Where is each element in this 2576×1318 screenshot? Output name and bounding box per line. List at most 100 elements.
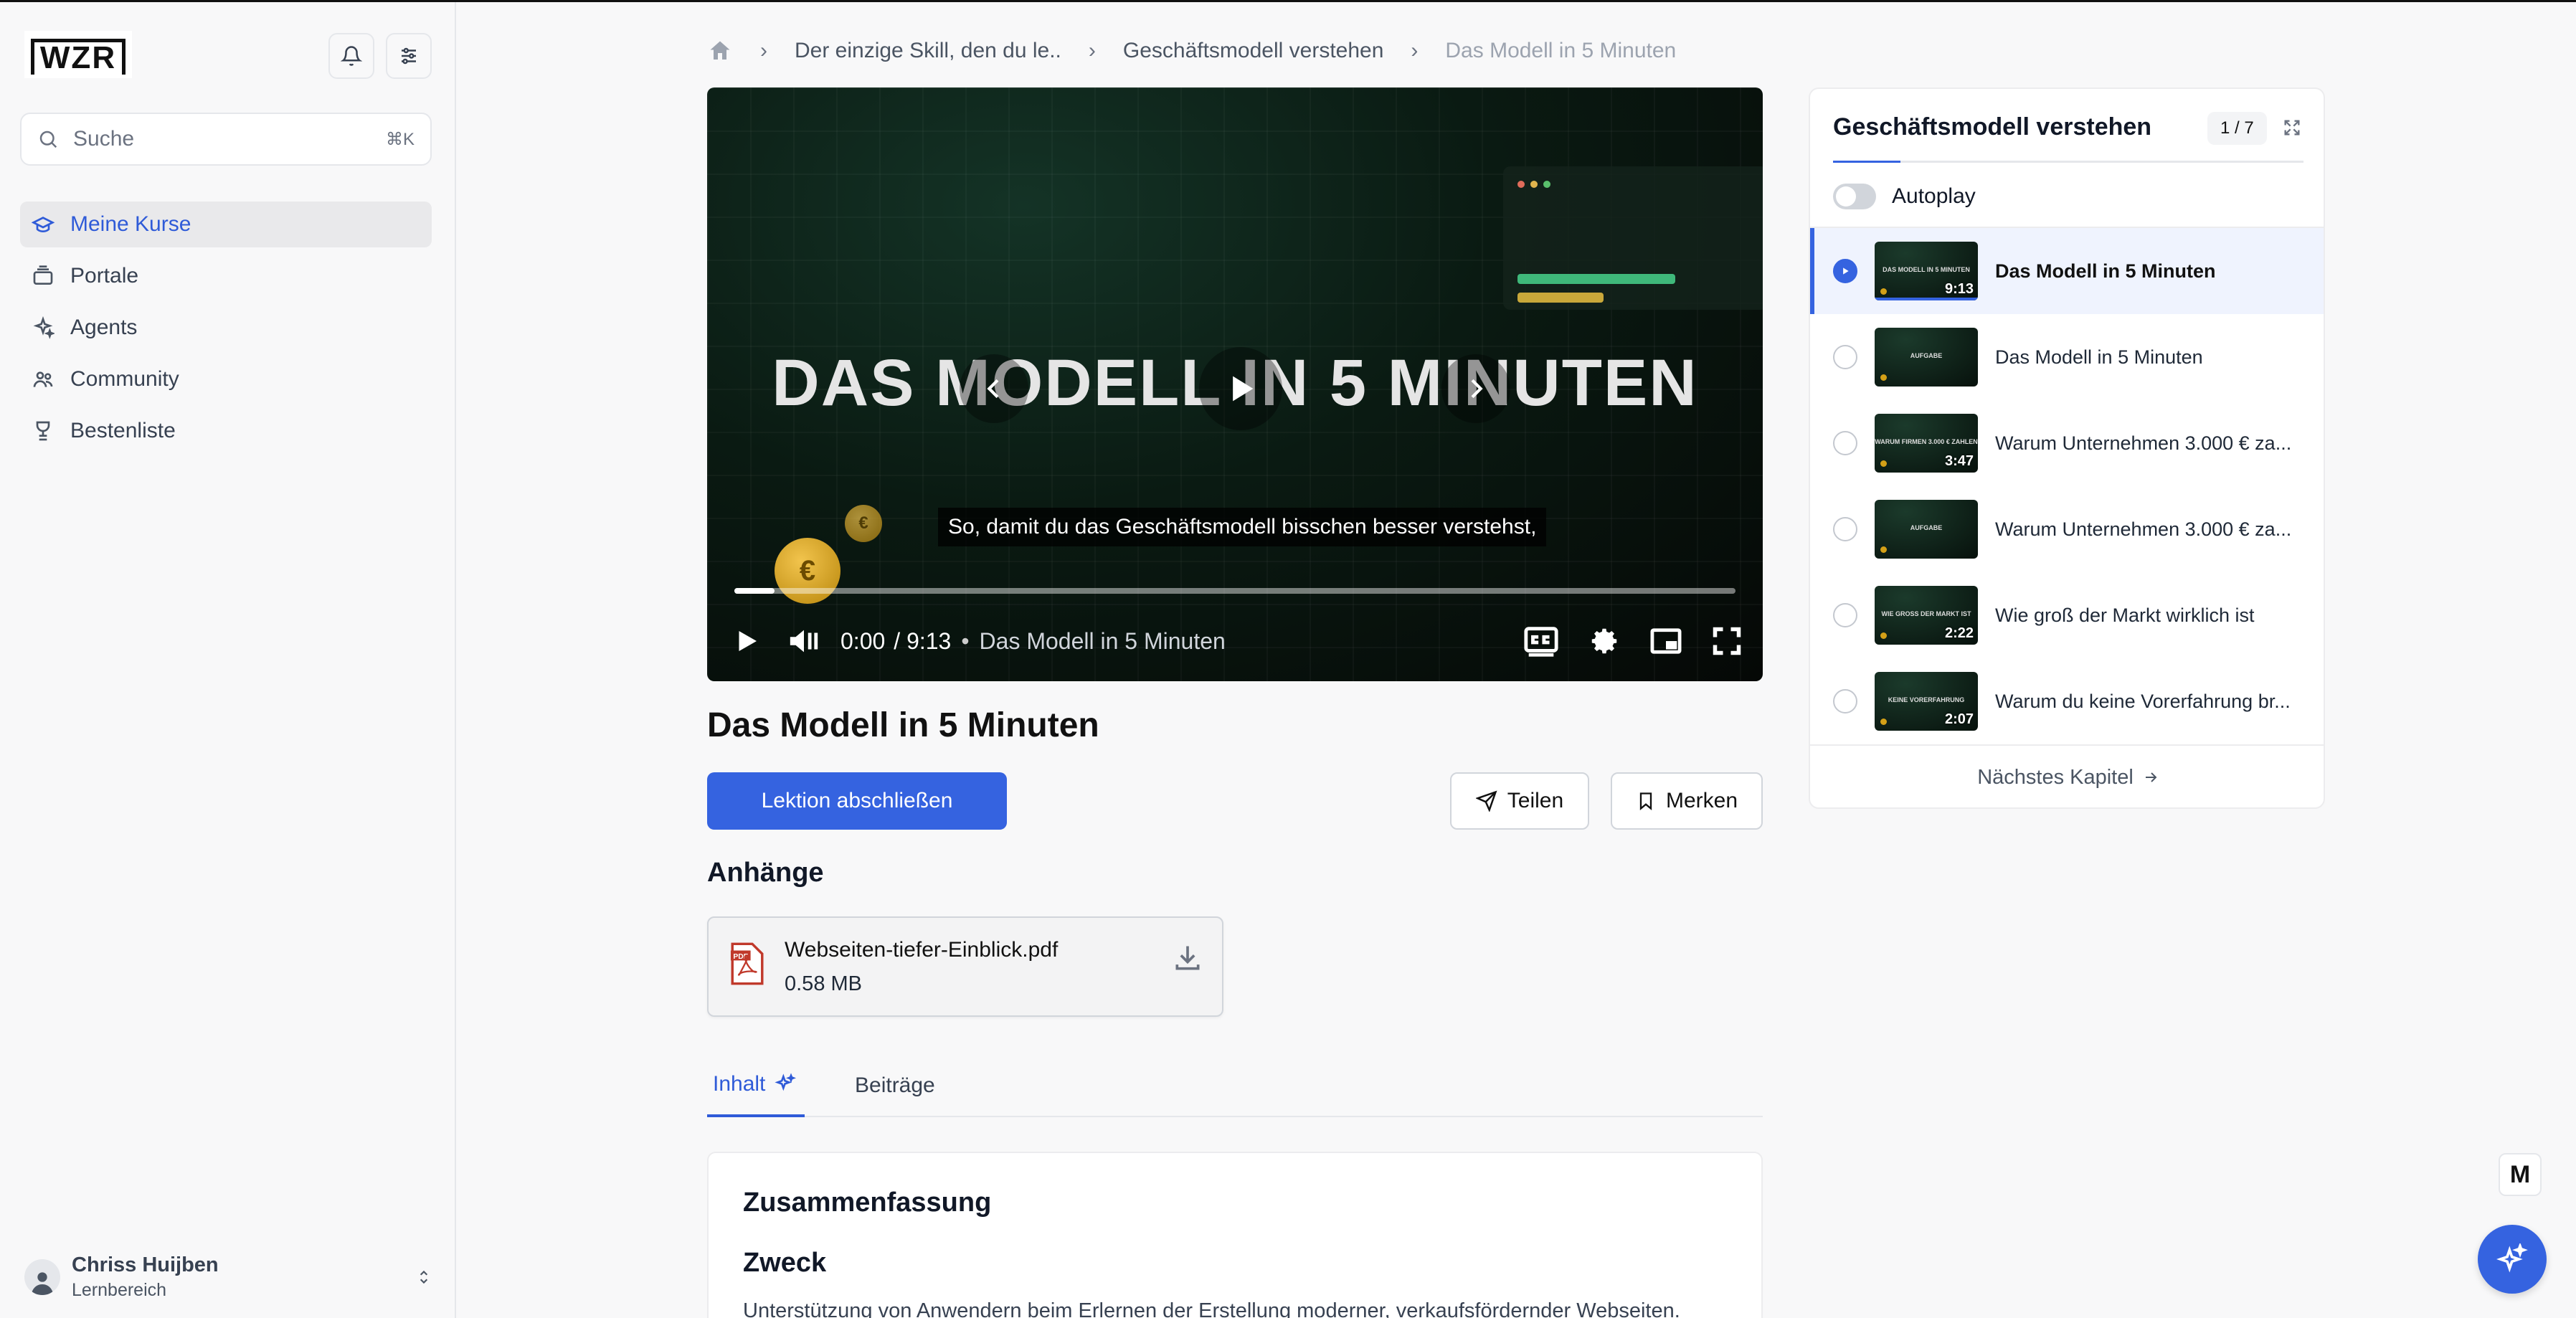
closed-captions-icon[interactable] (1523, 625, 1559, 657)
home-icon[interactable] (707, 38, 733, 64)
video-player[interactable]: € € DAS MODELL IN 5 MINUTEN So, damit du… (707, 87, 1763, 681)
tab-label: Inhalt (713, 1072, 766, 1096)
search-input[interactable]: Suche ⌘K (20, 113, 432, 166)
video-progress-fill (734, 588, 775, 594)
skip-back-button[interactable] (960, 354, 1028, 423)
chapter-progress (1833, 161, 2303, 163)
next-chapter-label: Nächstes Kapitel (1977, 765, 2134, 789)
search-icon (39, 131, 57, 148)
chevron-right-icon: › (1088, 39, 1096, 62)
video-progress-bar[interactable] (734, 588, 1736, 594)
ai-assistant-button[interactable] (2478, 1225, 2547, 1294)
list-item[interactable]: AUFGABE Das Modell in 5 Minuten (1810, 314, 2324, 400)
list-item[interactable]: WARUM FIRMEN 3.000 € ZAHLEN 3:47 Warum U… (1810, 400, 2324, 486)
bell-icon (341, 46, 362, 66)
logo[interactable]: WZR (24, 31, 132, 78)
share-label: Teilen (1507, 789, 1564, 812)
breadcrumb-chapter[interactable]: Geschäftsmodell verstehen (1123, 39, 1384, 63)
duration: 2:07 (1944, 711, 1974, 727)
thumbnail-text: WARUM FIRMEN 3.000 € ZAHLEN (1875, 438, 1978, 445)
attachment-size: 0.58 MB (785, 972, 862, 995)
autoplay-label: Autoplay (1892, 184, 1976, 208)
gear-icon[interactable] (1588, 625, 1621, 658)
status-radio (1833, 603, 1857, 627)
notifications-button[interactable] (328, 33, 374, 79)
user-role: Lernbereich (72, 1280, 167, 1300)
sidebar-item-label: Bestenliste (70, 419, 176, 442)
breadcrumb-course[interactable]: Der einzige Skill, den du le.. (795, 39, 1061, 63)
play-icon (1843, 267, 1849, 275)
chevron-right-icon (1471, 379, 1483, 399)
sidebar-item-community[interactable]: Community (20, 356, 432, 402)
logo-text: WZR (30, 39, 126, 75)
picture-in-picture-icon[interactable] (1649, 626, 1682, 656)
status-radio (1833, 517, 1857, 541)
thumbnail: AUFGABE (1875, 328, 1978, 387)
duration: 2:22 (1944, 625, 1974, 641)
download-icon[interactable] (1172, 942, 1203, 974)
status-radio (1833, 345, 1857, 369)
expand-button[interactable] (2279, 115, 2305, 141)
list-item-title: Das Modell in 5 Minuten (1995, 260, 2216, 282)
playing-indicator (1833, 259, 1857, 283)
autoplay-toggle[interactable] (1833, 184, 1876, 209)
list-item-title: Warum Unternehmen 3.000 € za... (1995, 432, 2292, 454)
sidebar-item-bestenliste[interactable]: Bestenliste (20, 408, 432, 454)
sidebar-item-meine-kurse[interactable]: Meine Kurse (20, 202, 432, 247)
list-item[interactable]: WIE GROSS DER MARKT IST 2:22 Wie groß de… (1810, 572, 2324, 658)
sliders-icon (402, 47, 416, 65)
list-item[interactable]: KEINE VORERFAHRUNG 2:07 Warum du keine V… (1810, 658, 2324, 744)
skip-forward-button[interactable] (1441, 354, 1510, 423)
complete-lesson-button[interactable]: Lektion abschließen (707, 772, 1007, 830)
video-title-label: Das Modell in 5 Minuten (979, 627, 1226, 654)
chevron-left-icon (987, 379, 999, 399)
thumbnail-text: KEINE VORERFAHRUNG (1888, 696, 1965, 703)
coin-icon: € (845, 505, 882, 542)
expand-icon (2284, 120, 2300, 136)
video-duration: / 9:13 (894, 627, 952, 654)
search-placeholder: Suche (73, 127, 135, 151)
sidebar-item-portale[interactable]: Portale (20, 253, 432, 299)
user-menu[interactable]: Chriss Huijben Lernbereich (24, 1248, 433, 1306)
sidebar-nav: Meine Kurse Portale Agents Community Bes… (20, 202, 432, 460)
status-radio (1833, 689, 1857, 713)
tab-inhalt[interactable]: Inhalt (707, 1054, 805, 1117)
fullscreen-icon[interactable] (1711, 625, 1743, 657)
thumbnail: WARUM FIRMEN 3.000 € ZAHLEN 3:47 (1875, 414, 1978, 473)
sparkles-icon (775, 1073, 797, 1091)
breadcrumb: › Der einzige Skill, den du le.. › Gesch… (707, 33, 1676, 69)
send-icon (1475, 790, 1497, 812)
volume-muted-icon[interactable] (786, 625, 822, 658)
users-icon (33, 371, 53, 387)
purpose-text: Unterstützung von Anwendern beim Erlerne… (743, 1299, 1680, 1318)
sidebar-item-agents[interactable]: Agents (20, 305, 432, 351)
attachment-card[interactable]: PDF Webseiten-tiefer-Einblick.pdf 0.58 M… (707, 916, 1223, 1017)
next-chapter-button[interactable]: Nächstes Kapitel (1810, 744, 2324, 807)
tab-beitraege[interactable]: Beiträge (855, 1054, 935, 1117)
settings-button[interactable] (386, 33, 432, 79)
list-item[interactable]: DAS MODELL IN 5 MINUTEN 9:13 Das Modell … (1810, 228, 2324, 314)
sparkles-icon (33, 316, 55, 339)
m-extension-badge[interactable]: M (2499, 1153, 2542, 1196)
list-item[interactable]: AUFGABE Warum Unternehmen 3.000 € za... (1810, 486, 2324, 572)
share-button[interactable]: Teilen (1450, 772, 1589, 830)
sidebar-item-label: Meine Kurse (70, 212, 191, 236)
play-icon[interactable] (731, 626, 762, 656)
thumbnail-text: AUFGABE (1910, 524, 1943, 531)
bookmark-button[interactable]: Merken (1611, 772, 1763, 830)
chapter-panel: Geschäftsmodell verstehen 1 / 7 Autoplay… (1809, 87, 2325, 809)
search-shortcut: ⌘K (385, 129, 415, 149)
sidebar-item-label: Portale (70, 264, 139, 288)
list-item-title: Das Modell in 5 Minuten (1995, 346, 2203, 368)
autoplay-toggle-row[interactable]: Autoplay (1833, 184, 1976, 209)
attachment-name: Webseiten-tiefer-Einblick.pdf (785, 938, 1059, 962)
play-icon (1233, 376, 1254, 402)
play-overlay-button[interactable] (1199, 347, 1282, 430)
bookmark-icon (1639, 792, 1652, 810)
sidebar: WZR Suche ⌘K Meine Kurse Portale Agents … (0, 2, 456, 1318)
separator-dot: • (961, 627, 970, 654)
user-name: Chriss Huijben (72, 1253, 219, 1276)
bookmark-label: Merken (1665, 789, 1738, 812)
trophy-icon (36, 421, 50, 441)
thumbnail: WIE GROSS DER MARKT IST 2:22 (1875, 586, 1978, 645)
